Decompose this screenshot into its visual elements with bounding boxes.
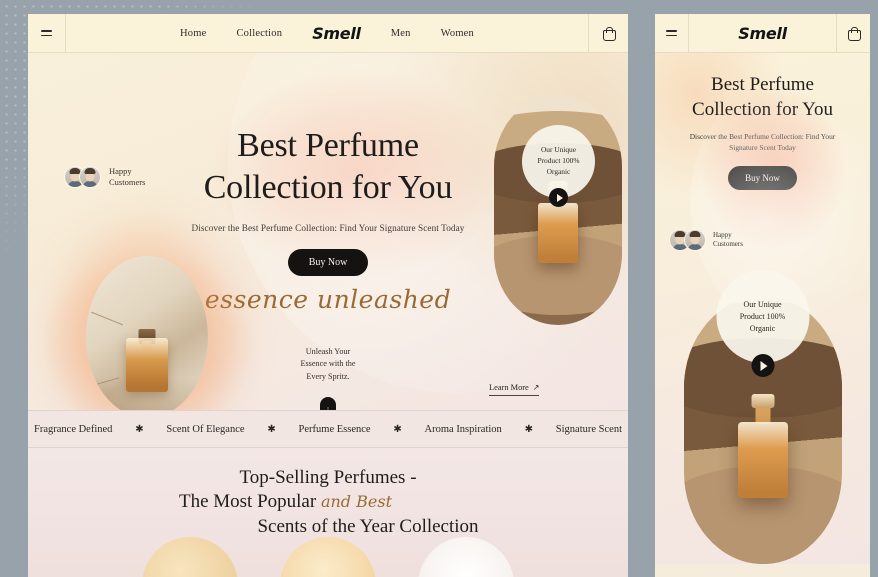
nav-item-collection[interactable]: Collection [236,28,282,39]
section-title: Top-Selling Perfumes - The Most Popular … [28,466,628,539]
arrow-up-right-icon: ↗ [532,383,540,392]
section-title-line-2: The Most Popular and Best [28,490,628,514]
shopping-bag-icon [603,27,616,41]
marquee-item: Fragrance Defined [34,423,113,435]
play-icon [556,193,563,202]
badge-line-3: Organic [749,323,776,333]
badge-line-2: Product 100% [739,311,786,321]
hamburger-icon [41,30,52,36]
happy-line-1: Happy [713,231,732,240]
product-card[interactable] [280,537,376,577]
badge-line-1: Our Unique [540,145,577,155]
marquee-item: Signature Scent [555,423,622,435]
section-title-accent: and Best [320,492,392,512]
badge-line-2: Product 100% [537,156,580,166]
star-icon: ✱ [135,423,144,435]
menu-button[interactable] [28,14,66,52]
mobile-preview-panel: Smell Best Perfume Collection for You Di… [655,14,870,577]
organic-badge-text: Our Unique Product 100% Organic [537,145,579,177]
happy-line-2: Customers [713,240,743,248]
nav-item-home[interactable]: Home [180,28,206,39]
mobile-brand-wrap: Smell [689,14,836,52]
cart-button[interactable] [588,14,628,52]
badge-line-3: Organic [546,166,571,176]
badge-line-1: Our Unique [743,299,782,309]
top-selling-section: Top-Selling Perfumes - The Most Popular … [28,448,628,577]
avatar-group [669,229,707,251]
section-title-line-3: Scents of the Year Collection [257,515,479,537]
section-title-line-2-text: The Most Popular [178,491,321,513]
desktop-nav: Home Collection Smell Men Women [66,14,588,52]
learn-more-link[interactable]: Learn More ↗ [489,383,540,396]
screenshot-canvas: Home Collection Smell Men Women Happy Cu… [0,0,878,577]
marquee-strip: Fragrance Defined ✱ Scent Of Elegance ✱ … [28,410,628,448]
organic-badge-text: Our Unique Product 100% Organic [740,299,786,335]
organic-badge: Our Unique Product 100% Organic [716,270,809,363]
happy-customers: Happy Customers [669,229,743,251]
mobile-menu-button[interactable] [655,14,689,52]
brand-logo[interactable]: Smell [312,24,361,43]
desktop-preview-panel: Home Collection Smell Men Women Happy Cu… [28,14,628,577]
star-icon: ✱ [393,423,402,435]
play-icon [760,360,767,371]
shopping-bag-icon [848,27,861,41]
play-video-button[interactable] [549,188,568,207]
desktop-hero: Happy Customers Best Perfume Collection … [28,53,628,410]
star-icon: ✱ [267,423,276,435]
scroll-down-indicator[interactable]: ↓ [320,397,336,410]
hero-image-left [86,256,208,410]
mobile-lower-band [655,564,870,577]
section-title-line-1: Top-Selling Perfumes - [239,467,417,488]
mobile-header: Smell [655,14,870,53]
star-icon: ✱ [524,423,533,435]
hamburger-icon [666,30,677,36]
happy-customers-label: Happy Customers [713,231,743,249]
mobile-cart-button[interactable] [836,14,870,52]
brand-logo[interactable]: Smell [738,24,787,43]
mobile-hero: Best Perfume Collection for You Discover… [655,53,870,577]
marquee-item: Aroma Inspiration [424,423,502,435]
learn-more-label: Learn More [489,383,529,392]
product-card[interactable] [142,537,238,577]
play-video-button[interactable] [751,354,774,377]
desktop-header: Home Collection Smell Men Women [28,14,628,53]
avatar [684,229,706,251]
product-card[interactable] [418,537,514,577]
marquee-item: Perfume Essence [298,423,371,435]
buy-now-button[interactable]: Buy Now [287,249,369,277]
marquee-item: Scent Of Elegance [166,423,245,435]
product-card-row [28,537,628,577]
nav-item-women[interactable]: Women [441,28,474,39]
nav-item-men[interactable]: Men [391,28,411,39]
